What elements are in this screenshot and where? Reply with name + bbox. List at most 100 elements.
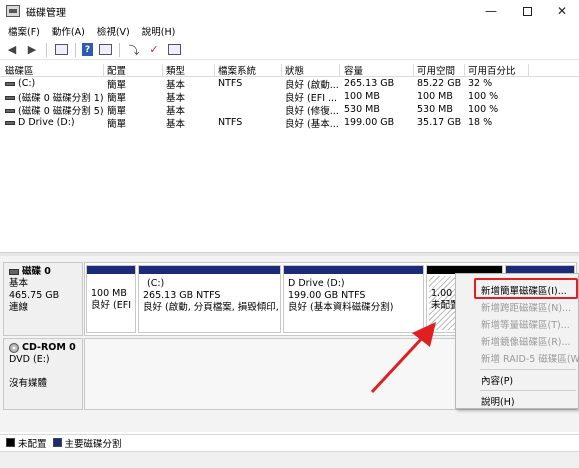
menu-new-mirrored-volume[interactable]: 新增鏡像磁碟區(R)... <box>456 332 579 349</box>
capacity-cell: 100 MB <box>344 91 380 102</box>
menu-separator <box>480 390 576 391</box>
menu-new-raid5-volume[interactable]: 新增 RAID-5 磁碟區(W)... <box>456 349 579 366</box>
partition-status: 良好 (基本資料磁碟分割) <box>288 302 394 313</box>
partition-size: 199.00 GB NTFS <box>288 290 366 301</box>
free-space-cell: 100 MB <box>417 91 453 102</box>
disk-management-icon <box>6 5 20 17</box>
partition-size: 100 MB <box>91 288 127 299</box>
primary-partition-bar <box>139 266 280 274</box>
volume-list-icon[interactable] <box>53 43 69 57</box>
primary-partition-bar <box>87 266 135 274</box>
status-cell: 良好 (修復... <box>285 105 338 117</box>
toolbar: ◀ ▶ ? ⤵ ✓ <box>0 40 579 60</box>
menu-help[interactable]: 說明(H) <box>142 24 176 38</box>
unallocated-swatch <box>6 438 15 447</box>
table-row[interactable]: (磁碟 0 磁碟分割 5) 簡單 基本 良好 (修復... 530 MB 530… <box>0 103 579 117</box>
column-header-free-percent[interactable]: 可用百分比 <box>468 63 528 77</box>
column-header-status[interactable]: 狀態 <box>285 63 338 77</box>
partition-status: 良好 (啟動, 分頁檔案, 損毀傾印, ... <box>143 302 278 313</box>
layout-cell: 簡單 <box>107 105 127 117</box>
maximize-button[interactable] <box>510 0 544 22</box>
minimize-button[interactable]: — <box>474 0 508 22</box>
forward-arrow-icon[interactable]: ▶ <box>24 43 40 57</box>
menu-separator <box>480 369 576 370</box>
rescan-icon[interactable]: ⤵ <box>126 43 142 57</box>
primary-partition-swatch <box>52 438 62 447</box>
disk-0-label[interactable]: 磁碟 0 基本 465.75 GB 連線 <box>3 262 83 336</box>
status-cell: 良好 (基本... <box>285 118 338 130</box>
help-icon[interactable]: ? <box>82 43 93 56</box>
partition-size: 265.13 GB NTFS <box>143 290 221 301</box>
menu-help-item[interactable]: 說明(H) <box>456 392 579 409</box>
back-arrow-icon[interactable]: ◀ <box>4 43 20 57</box>
partition-efi[interactable]: 100 MB 良好 (EFI ... <box>86 265 136 333</box>
column-header-capacity[interactable]: 容量 <box>344 63 414 77</box>
table-row[interactable]: D Drive (D:) 簡單 基本 NTFS 良好 (基本... 199.00… <box>0 116 579 130</box>
cdrom-status: 沒有媒體 <box>9 378 48 389</box>
column-header-volume[interactable]: 磁碟區 <box>5 63 103 77</box>
type-cell: 基本 <box>166 105 186 117</box>
free-percent-cell: 100 % <box>468 104 499 115</box>
toolbar-separator <box>75 42 76 57</box>
menu-view[interactable]: 檢視(V) <box>97 24 130 38</box>
partition-c[interactable]: (C:) 265.13 GB NTFS 良好 (啟動, 分頁檔案, 損毀傾印, … <box>138 265 281 333</box>
table-row[interactable]: (C:) 簡單 基本 NTFS 良好 (啟動... 265.13 GB 85.2… <box>0 77 579 91</box>
menu-file[interactable]: 檔案(F) <box>8 24 40 38</box>
properties-icon[interactable] <box>97 43 113 57</box>
volume-name: D Drive (D:) <box>18 117 75 128</box>
close-button[interactable]: ✕ <box>545 0 579 22</box>
column-header-free-space[interactable]: 可用空間 <box>417 63 467 77</box>
type-cell: 基本 <box>166 92 186 104</box>
type-cell: 基本 <box>166 118 186 130</box>
column-header-type[interactable]: 類型 <box>166 63 214 77</box>
free-percent-cell: 32 % <box>468 78 493 89</box>
menu-new-spanned-volume[interactable]: 新增跨距磁碟區(N)... <box>456 298 579 315</box>
menu-action[interactable]: 動作(A) <box>52 24 85 38</box>
table-row[interactable]: (磁碟 0 磁碟分割 1) 簡單 基本 良好 (EFI ... 100 MB 1… <box>0 90 579 104</box>
disk-type: 基本 <box>9 278 29 289</box>
context-menu: 新增簡單磁碟區(I)... 新增跨距磁碟區(N)... 新增等量磁碟區(T)..… <box>455 273 579 409</box>
volume-list: 磁碟區 配置 類型 檔案系統 狀態 容量 可用空間 可用百分比 (C:) 簡單 … <box>0 63 579 130</box>
legend-unallocated: 未配置 <box>18 438 47 450</box>
free-space-cell: 85.22 GB <box>417 78 462 89</box>
volume-list-header: 磁碟區 配置 類型 檔案系統 狀態 容量 可用空間 可用百分比 <box>0 63 579 77</box>
check-icon[interactable]: ✓ <box>146 43 162 57</box>
partition-d[interactable]: D Drive (D:) 199.00 GB NTFS 良好 (基本資料磁碟分割… <box>283 265 424 333</box>
highlight-box <box>474 278 578 299</box>
filesystem-cell: NTFS <box>218 117 243 128</box>
status-bar <box>0 451 579 468</box>
cdrom-name: CD-ROM 0 <box>22 342 76 353</box>
volume-icon <box>5 81 15 86</box>
partition-status: 良好 (EFI ... <box>91 300 133 311</box>
volume-icon <box>5 96 15 100</box>
column-header-filesystem[interactable]: 檔案系統 <box>218 63 282 77</box>
primary-partition-bar <box>284 266 423 274</box>
cdrom-label[interactable]: CD-ROM 0 DVD (E:) 沒有媒體 <box>3 338 83 410</box>
volume-icon <box>5 109 15 113</box>
status-cell: 良好 (EFI ... <box>285 92 338 104</box>
layout-cell: 簡單 <box>107 92 127 104</box>
disk-status: 連線 <box>9 302 29 313</box>
window-title: 磁碟管理 <box>26 7 66 19</box>
volume-icon <box>5 120 15 125</box>
maximize-icon <box>522 6 532 16</box>
volume-name: (磁碟 0 磁碟分割 5) <box>18 105 103 117</box>
column-header-layout[interactable]: 配置 <box>107 63 163 77</box>
free-percent-cell: 100 % <box>468 91 499 102</box>
layout-cell: 簡單 <box>107 118 127 130</box>
settings-icon[interactable] <box>166 43 182 57</box>
capacity-cell: 265.13 GB <box>344 78 395 89</box>
title-bar: 磁碟管理 — ✕ <box>0 0 579 22</box>
toolbar-separator <box>46 42 47 57</box>
partition-label: D Drive (D:) <box>288 278 345 289</box>
disk-size: 465.75 GB <box>9 290 60 301</box>
filesystem-cell: NTFS <box>218 78 243 89</box>
menu-new-striped-volume[interactable]: 新增等量磁碟區(T)... <box>456 315 579 332</box>
menu-properties[interactable]: 內容(P) <box>456 371 579 388</box>
cd-rom-icon <box>9 343 19 353</box>
status-cell: 良好 (啟動... <box>285 79 338 91</box>
type-cell: 基本 <box>166 79 186 91</box>
free-percent-cell: 18 % <box>468 117 493 128</box>
capacity-cell: 530 MB <box>344 104 380 115</box>
toolbar-separator <box>119 42 120 57</box>
